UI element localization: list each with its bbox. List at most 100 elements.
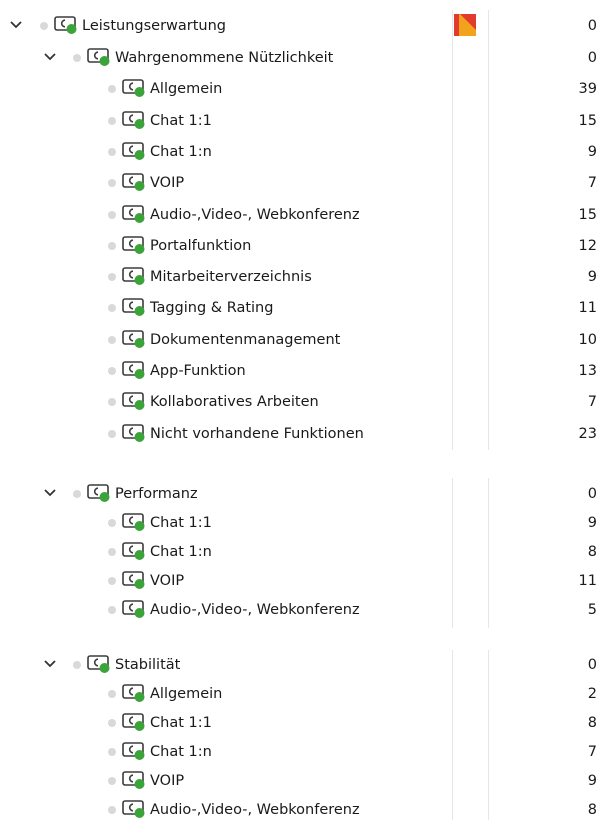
status-dot (108, 367, 116, 375)
tree-row-item[interactable]: Audio-,Video-, Webkonferenz 8 (0, 797, 601, 823)
status-dot (108, 430, 116, 438)
tree-row-item[interactable]: VOIP 11 (0, 568, 601, 594)
tree-row-group[interactable]: Wahrgenommene Nützlichkeit 0 (0, 45, 601, 71)
code-count: 8 (587, 802, 597, 818)
code-icon (87, 655, 111, 674)
chevron-down-icon[interactable] (42, 484, 58, 502)
code-icon (122, 267, 146, 286)
status-dot (108, 606, 116, 614)
tree-row-item[interactable]: Portalfunktion 12 (0, 233, 601, 259)
code-label: Wahrgenommene Nützlichkeit (115, 50, 334, 66)
code-icon (122, 392, 146, 411)
code-count: 15 (578, 113, 597, 129)
code-icon (122, 330, 146, 349)
code-count: 15 (578, 207, 597, 223)
status-dot (108, 211, 116, 219)
code-count: 9 (587, 773, 597, 789)
code-icon (122, 236, 146, 255)
status-dot (108, 748, 116, 756)
status-dot (108, 242, 116, 250)
chevron-down-icon[interactable] (42, 48, 58, 66)
status-dot (73, 54, 81, 62)
code-label: Nicht vorhandene Funktionen (150, 426, 364, 442)
tree-row-item[interactable]: Allgemein 2 (0, 681, 601, 707)
code-label: Chat 1:1 (150, 113, 212, 129)
tree-row-group[interactable]: Performanz 0 (0, 481, 601, 507)
code-count: 12 (578, 238, 597, 254)
code-count: 7 (587, 394, 597, 410)
code-count: 8 (587, 715, 597, 731)
tree-row-item[interactable]: Chat 1:1 9 (0, 510, 601, 536)
status-dot (40, 22, 48, 30)
code-label: Chat 1:1 (150, 715, 212, 731)
status-dot (108, 398, 116, 406)
tree-row-item[interactable]: Tagging & Rating 11 (0, 295, 601, 321)
code-count: 0 (587, 657, 597, 673)
tree-row-item[interactable]: VOIP 9 (0, 768, 601, 794)
code-icon (122, 205, 146, 224)
tree-row-item[interactable]: App-Funktion 13 (0, 358, 601, 384)
code-label: VOIP (150, 175, 185, 191)
tree-row-group[interactable]: Stabilität 0 (0, 652, 601, 678)
code-icon (122, 361, 146, 380)
color-marker-icon (454, 14, 476, 36)
code-count: 11 (578, 300, 597, 316)
tree-row-item[interactable]: Allgemein 39 (0, 76, 601, 102)
code-count: 10 (578, 332, 597, 348)
status-dot (108, 777, 116, 785)
status-dot (108, 85, 116, 93)
tree-row-item[interactable]: Chat 1:1 8 (0, 710, 601, 736)
code-icon (122, 513, 146, 532)
code-tree: Leistungserwartung 0 Wahrgenommene Nützlic… (0, 0, 601, 820)
tree-row-item[interactable]: Chat 1:n 9 (0, 139, 601, 165)
code-icon (122, 742, 146, 761)
code-icon (122, 571, 146, 590)
code-icon (122, 111, 146, 130)
tree-row-item[interactable]: Kollaboratives Arbeiten 7 (0, 389, 601, 415)
status-dot (108, 719, 116, 727)
tree-row-item[interactable]: Audio-,Video-, Webkonferenz 5 (0, 597, 601, 623)
chevron-down-icon[interactable] (8, 16, 24, 34)
code-label: VOIP (150, 573, 185, 589)
code-count: 7 (587, 744, 597, 760)
code-count: 9 (587, 515, 597, 531)
code-label: Tagging & Rating (150, 300, 274, 316)
code-label: Chat 1:n (150, 744, 212, 760)
code-label: Stabilität (115, 657, 181, 673)
code-label: Chat 1:n (150, 544, 212, 560)
tree-row-item[interactable]: Mitarbeiterverzeichnis 9 (0, 264, 601, 290)
code-label: Audio-,Video-, Webkonferenz (150, 207, 360, 223)
tree-row-root[interactable]: Leistungserwartung 0 (0, 13, 601, 39)
code-icon (122, 800, 146, 819)
chevron-down-icon[interactable] (42, 655, 58, 673)
status-dot (108, 336, 116, 344)
code-label: Allgemein (150, 686, 223, 702)
tree-row-item[interactable]: Nicht vorhandene Funktionen 23 (0, 421, 601, 447)
code-count: 9 (587, 144, 597, 160)
code-icon (122, 79, 146, 98)
code-count: 39 (578, 81, 597, 97)
code-label: VOIP (150, 773, 185, 789)
code-count: 9 (587, 269, 597, 285)
code-count: 0 (587, 50, 597, 66)
status-dot (73, 490, 81, 498)
status-dot (73, 661, 81, 669)
code-count: 23 (578, 426, 597, 442)
tree-row-item[interactable]: Dokumentenmanagement 10 (0, 327, 601, 353)
code-count: 0 (587, 18, 597, 34)
code-label: App-Funktion (150, 363, 246, 379)
tree-row-item[interactable]: Chat 1:n 7 (0, 739, 601, 765)
code-count: 8 (587, 544, 597, 560)
tree-row-item[interactable]: Chat 1:1 15 (0, 108, 601, 134)
tree-row-item[interactable]: VOIP 7 (0, 170, 601, 196)
code-icon (122, 684, 146, 703)
status-dot (108, 690, 116, 698)
status-dot (108, 548, 116, 556)
tree-row-item[interactable]: Audio-,Video-, Webkonferenz 15 (0, 202, 601, 228)
tree-row-item[interactable]: Chat 1:n 8 (0, 539, 601, 565)
status-dot (108, 304, 116, 312)
code-label: Allgemein (150, 81, 223, 97)
status-dot (108, 806, 116, 814)
code-label: Chat 1:1 (150, 515, 212, 531)
status-dot (108, 179, 116, 187)
